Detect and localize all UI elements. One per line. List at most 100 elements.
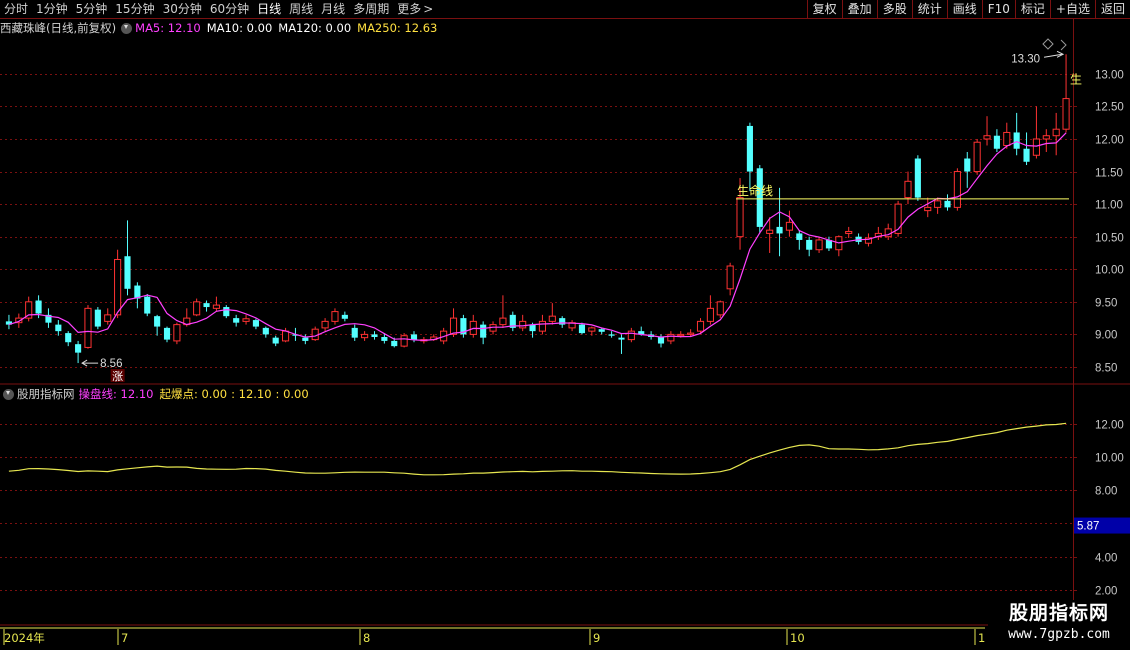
candle: [944, 194, 951, 211]
candle-body: [538, 320, 547, 332]
candle: [233, 314, 240, 327]
candle-body: [203, 303, 210, 308]
back-button[interactable]: 返回: [1094, 0, 1130, 19]
candle: [796, 230, 803, 250]
statistics-button[interactable]: 统计: [911, 0, 947, 19]
candle-body: [163, 327, 171, 340]
x-tick-label: 10: [790, 631, 805, 645]
tab-15min[interactable]: 15分钟: [111, 0, 158, 19]
ma10-label: MA10: 0.00: [206, 21, 273, 35]
indicator-line4: : 0.00: [275, 387, 309, 401]
candle-body: [1013, 132, 1020, 149]
low-label: 8.56: [100, 358, 122, 370]
candle: [1023, 132, 1030, 166]
tab-intraday[interactable]: 分时: [0, 0, 32, 19]
candle: [134, 282, 141, 309]
candle: [815, 236, 823, 253]
candle-body: [371, 334, 378, 338]
candle: [302, 334, 309, 345]
tab-daily[interactable]: 日线: [253, 0, 285, 19]
tab-5min[interactable]: 5分钟: [72, 0, 112, 19]
tab-weekly[interactable]: 周线: [285, 0, 317, 19]
candle-body: [1003, 131, 1011, 146]
candle-body: [667, 333, 675, 342]
x-tick-label: 9: [593, 631, 600, 645]
dropdown-icon[interactable]: [3, 388, 14, 400]
candle-body: [904, 180, 912, 199]
candle: [785, 210, 793, 237]
tab-more[interactable]: 更多 >: [393, 0, 437, 19]
candle: [746, 122, 753, 192]
candle-body: [519, 320, 527, 329]
candle-body: [657, 337, 665, 344]
tab-1min[interactable]: 1分钟: [32, 0, 72, 19]
candle-body: [1042, 135, 1050, 140]
main-legend: 西藏珠峰(日线,前复权) MA5: 12.10 MA10: 0.00 MA120…: [0, 20, 443, 36]
x-tick-label: 8: [363, 631, 370, 645]
candle-body: [193, 301, 201, 316]
candle-body: [55, 324, 62, 332]
candle: [568, 320, 576, 332]
candle-body: [65, 333, 72, 343]
candle: [835, 235, 843, 257]
y-tick-label: 11.50: [1095, 168, 1123, 180]
candle: [242, 314, 250, 325]
draw-line-button[interactable]: 画线: [946, 0, 982, 19]
multi-stock-button[interactable]: 多股: [876, 0, 912, 19]
candle-body: [331, 311, 339, 322]
candle-body: [993, 135, 1000, 149]
candle-body: [578, 324, 586, 334]
candle-body: [627, 330, 635, 341]
indicator-line3: : 12.10: [231, 387, 272, 401]
ma5-label: MA5: 12.10: [135, 21, 201, 35]
candle-body: [736, 197, 744, 238]
x-tick-label: 1: [978, 631, 985, 645]
tab-30min[interactable]: 30分钟: [159, 0, 206, 19]
candle-body: [391, 340, 398, 347]
candle-body: [924, 206, 932, 212]
candle: [618, 334, 625, 354]
candle: [726, 262, 734, 296]
candle-body: [173, 324, 181, 342]
mark-button[interactable]: 标记: [1014, 0, 1050, 19]
tab-monthly[interactable]: 月线: [317, 0, 349, 19]
candle: [667, 331, 675, 345]
candle: [588, 326, 596, 336]
candle-body: [94, 309, 101, 327]
x-tick-label: 2024年: [4, 631, 45, 645]
candle: [154, 314, 161, 336]
tab-60min[interactable]: 60分钟: [206, 0, 253, 19]
f10-button[interactable]: F10: [981, 0, 1015, 19]
adjust-button[interactable]: 复权: [806, 0, 842, 19]
candle-body: [272, 337, 279, 344]
candle: [84, 305, 92, 349]
candle: [163, 326, 171, 343]
candle: [351, 324, 358, 341]
candle-body: [480, 324, 487, 338]
candle: [75, 340, 82, 364]
candle: [1052, 112, 1060, 156]
tab-multi-period[interactable]: 多周期: [349, 0, 393, 19]
candle-body: [944, 200, 951, 208]
candle: [321, 318, 329, 332]
candle: [559, 316, 566, 328]
candle: [716, 300, 724, 319]
stock-title: 西藏珠峰(日线,前复权): [0, 21, 117, 35]
candle-body: [953, 171, 961, 208]
candle: [252, 318, 259, 330]
dropdown-icon[interactable]: [121, 22, 133, 34]
candle: [212, 296, 220, 312]
candle: [706, 295, 714, 325]
candle-body: [212, 304, 220, 309]
candle-body: [144, 296, 151, 314]
candle-body: [815, 239, 823, 251]
x-tick-label: 7: [121, 631, 128, 645]
candle: [469, 314, 477, 338]
candle: [983, 116, 991, 146]
add-watchlist-button[interactable]: +自选: [1049, 0, 1095, 19]
candle: [499, 295, 507, 328]
candle-body: [499, 317, 507, 326]
candle: [914, 155, 921, 201]
candle: [311, 326, 319, 341]
overlay-button[interactable]: 叠加: [841, 0, 877, 19]
